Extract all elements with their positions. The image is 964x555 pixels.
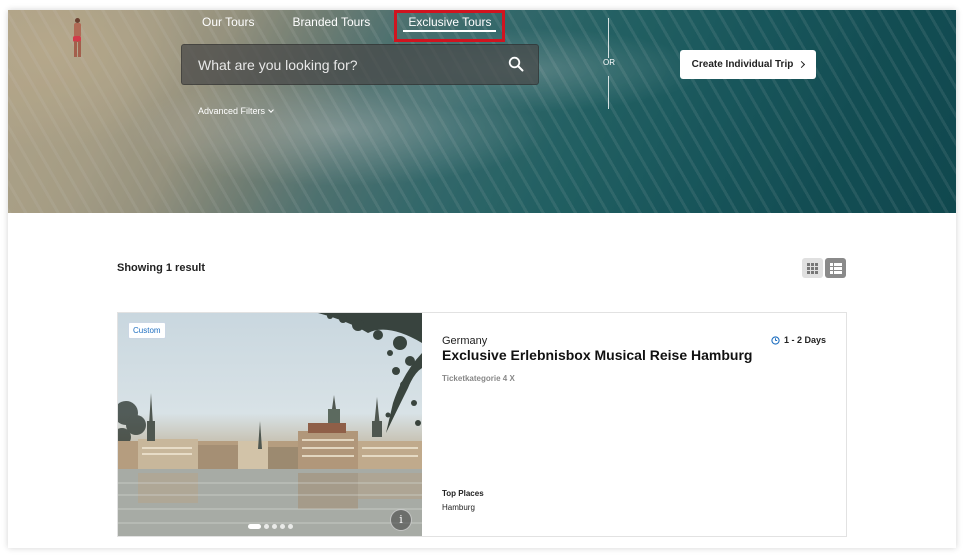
chevron-right-icon — [798, 60, 806, 69]
tour-subcategory: Ticketkategorie 4 X — [442, 374, 515, 383]
top-places-label: Top Places — [442, 489, 484, 498]
tour-tabs: Our Tours Branded Tours Exclusive Tours — [188, 10, 506, 42]
tab-our-tours[interactable]: Our Tours — [188, 10, 268, 42]
results-count: Showing 1 result — [117, 262, 206, 274]
tab-exclusive-tours[interactable]: Exclusive Tours — [394, 10, 506, 42]
tab-branded-tours[interactable]: Branded Tours — [278, 10, 384, 42]
list-view-button[interactable] — [825, 258, 846, 278]
carousel-dot[interactable] — [272, 524, 277, 529]
create-individual-trip-label: Create Individual Trip — [691, 59, 794, 70]
clock-icon — [771, 335, 780, 345]
create-individual-trip-button[interactable]: Create Individual Trip — [680, 50, 816, 79]
view-toggle — [802, 258, 846, 278]
carousel-dot[interactable] — [264, 524, 269, 529]
advanced-filters-toggle[interactable]: Advanced Filters — [198, 106, 274, 116]
search-input[interactable] — [182, 45, 492, 84]
active-tab-underline — [403, 30, 497, 32]
list-view-icon — [829, 262, 842, 274]
chevron-down-icon — [268, 107, 274, 113]
search-icon[interactable] — [508, 56, 524, 72]
page-frame: Our Tours Branded Tours Exclusive Tours … — [8, 10, 956, 548]
advanced-filters-label: Advanced Filters — [198, 106, 266, 116]
carousel-dot-active[interactable] — [248, 524, 261, 529]
carousel-dot[interactable] — [280, 524, 285, 529]
carousel-dot[interactable] — [288, 524, 293, 529]
tour-image-carousel[interactable]: Custom i — [118, 313, 422, 536]
tour-duration-label: 1 - 2 Days — [783, 335, 826, 345]
tour-country: Germany — [442, 335, 488, 347]
tour-duration: 1 - 2 Days — [771, 335, 826, 345]
tour-card[interactable]: Custom i Germany Exclusive Erlebnisbox M… — [117, 312, 847, 537]
info-icon[interactable]: i — [390, 509, 412, 531]
tab-exclusive-tours-label: Exclusive Tours — [408, 15, 492, 29]
or-label: OR — [603, 58, 615, 67]
tour-card-details: Germany Exclusive Erlebnisbox Musical Re… — [422, 313, 846, 536]
tour-title[interactable]: Exclusive Erlebnisbox Musical Reise Hamb… — [442, 347, 752, 363]
carousel-dots — [248, 524, 293, 529]
beach-person-figure — [72, 18, 82, 58]
custom-badge: Custom — [128, 322, 166, 339]
grid-view-button[interactable] — [802, 258, 823, 278]
search-bar — [181, 44, 539, 85]
grid-view-icon — [807, 262, 818, 274]
hamburg-skyline-image — [118, 313, 422, 536]
hero-banner: Our Tours Branded Tours Exclusive Tours … — [8, 10, 956, 213]
divider-line-top — [608, 18, 609, 58]
divider-line-bottom — [608, 76, 609, 109]
top-places-value: Hamburg — [442, 503, 475, 512]
